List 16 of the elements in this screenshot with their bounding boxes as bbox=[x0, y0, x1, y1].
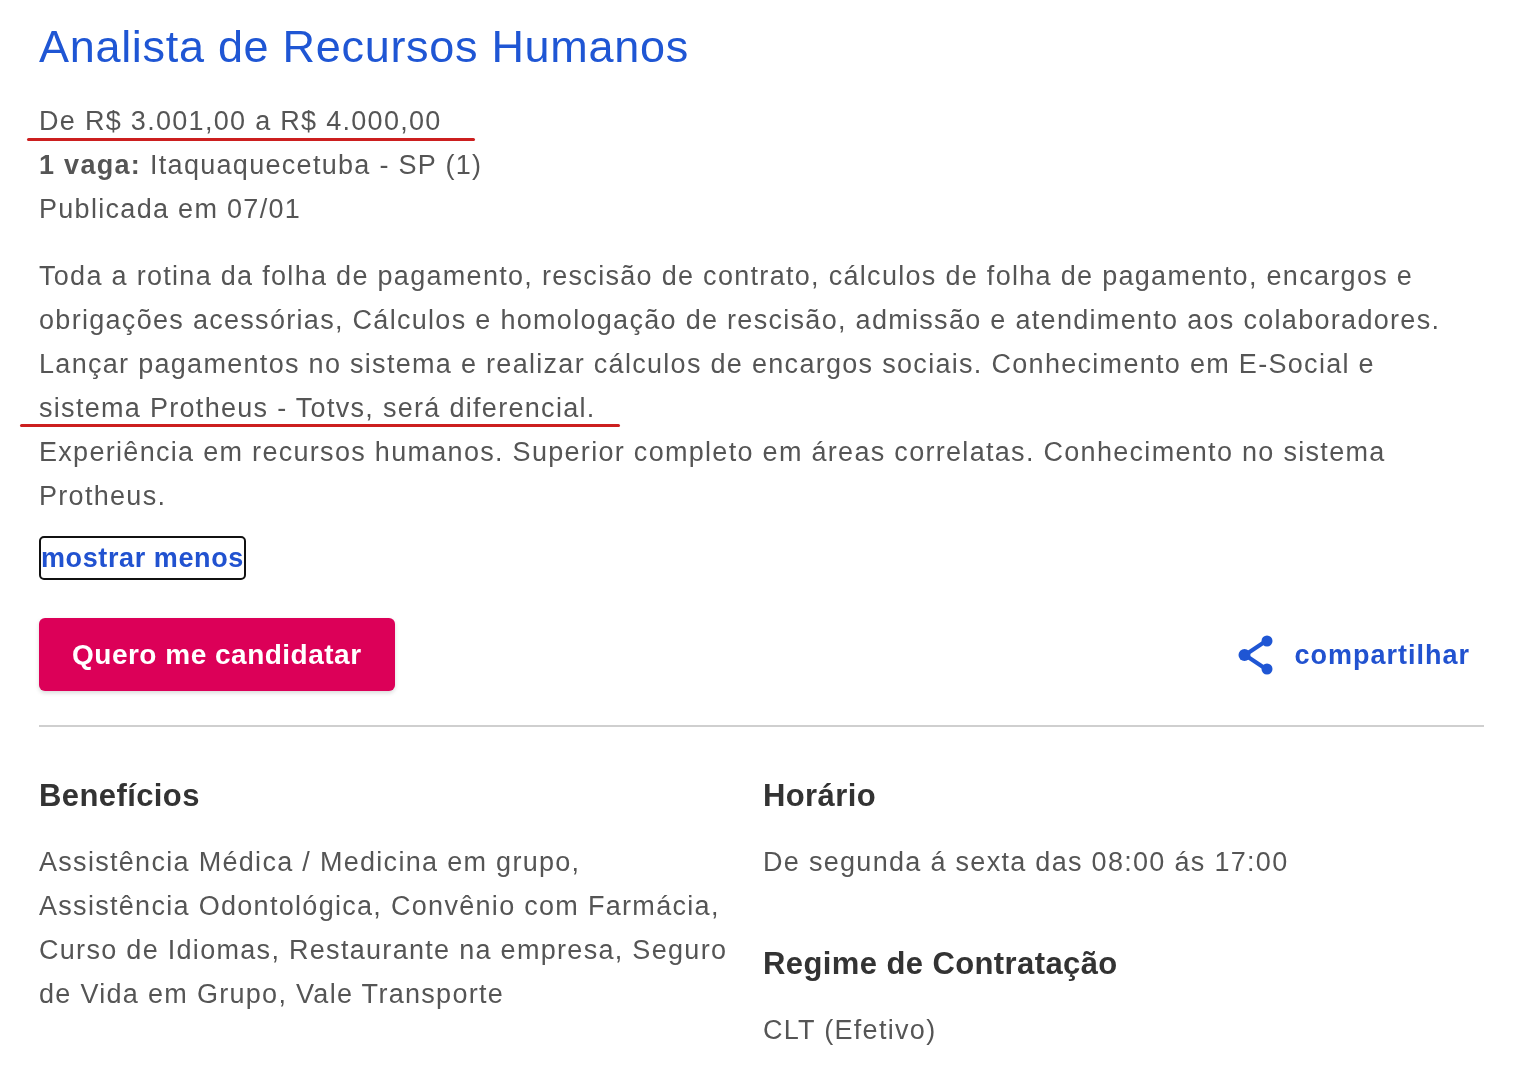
show-less-link[interactable]: mostrar menos bbox=[39, 536, 246, 580]
section-text: Assistência Médica / Medicina em grupo, Assistência Odontológica, Convênio com Farmácia, Curso de Idiomas, Restaurante na empresa, Seguro de Vida em Grupo, Vale Transporte bbox=[39, 846, 729, 1011]
published-date: Publicada em 07/01 bbox=[39, 193, 303, 226]
description-paragraph: Toda a rotina da folha de pagamento, rescisão de contrato, cálculos de folha de pagamento, encargos e obrigações acessórias, Cálculos e homologação de rescisão, admissão e atendimento aos colaboradores. Lançar pagamentos no sistema e realizar cálculos de encargos sociais. Conhecimento em E-Social e sistema Protheus - Totvs, será diferencial. bbox=[39, 260, 1442, 425]
vacancy-location: 1 vaga: Itaquaquecetuba - SP (1) bbox=[39, 149, 484, 182]
share-link[interactable]: compartilhar bbox=[1238, 632, 1470, 677]
apply-button[interactable]: Quero me candidatar bbox=[39, 618, 395, 691]
section-heading: Regime de Contratação bbox=[763, 945, 1119, 983]
section-heading: Horário bbox=[763, 777, 878, 815]
job-title: Analista de Recursos Humanos bbox=[39, 20, 689, 74]
section-text: De segunda á sexta das 08:00 ás 17:00 bbox=[763, 846, 1290, 879]
section-text: CLT (Efetivo) bbox=[763, 1014, 938, 1047]
section-heading: Benefícios bbox=[39, 777, 201, 815]
salary-range: De R$ 3.001,00 a R$ 4.000,00 bbox=[39, 105, 442, 138]
share-icon bbox=[1238, 634, 1275, 675]
description-paragraph: Experiência em recursos humanos. Superior completo em áreas correlatas. Conhecimento no sistema Protheus. bbox=[39, 436, 1387, 513]
